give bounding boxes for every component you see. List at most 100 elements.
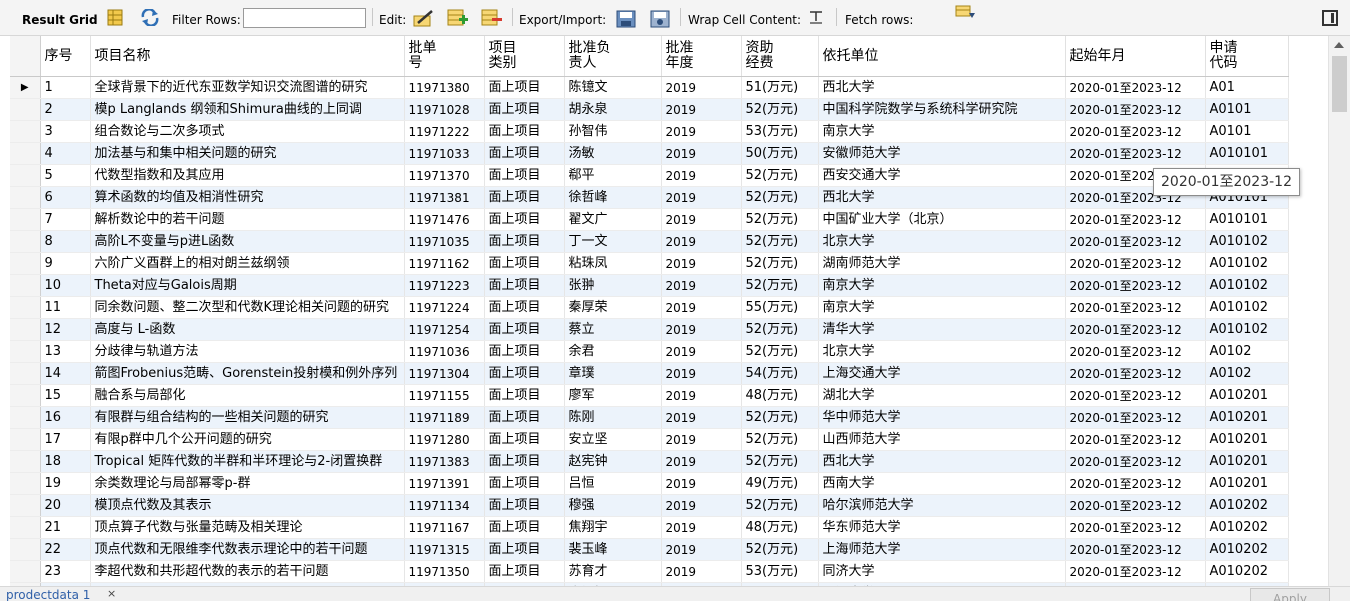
fetch-rows-icon[interactable]: [955, 5, 977, 25]
table-cell-institution[interactable]: 北京大学: [818, 230, 1066, 253]
table-cell-project-name[interactable]: Theta对应与Galois周期: [90, 274, 405, 297]
wrap-text-icon[interactable]: [808, 9, 824, 29]
table-cell-principal[interactable]: 郗平: [564, 164, 662, 187]
table-cell-principal[interactable]: 汤敏: [564, 142, 662, 165]
table-cell-grant-number[interactable]: 11971162: [404, 252, 485, 275]
row-header[interactable]: [10, 186, 41, 209]
column-header-index[interactable]: 序号: [40, 36, 91, 77]
row-header[interactable]: [10, 230, 41, 253]
column-header-start-end[interactable]: 起始年月: [1065, 36, 1206, 77]
table-cell-grant-number[interactable]: 11971224: [404, 296, 485, 319]
table-cell-project-type[interactable]: 面上项目: [484, 274, 565, 297]
table-cell-funding[interactable]: 52(万元): [741, 98, 819, 121]
table-row[interactable]: 19 余类数理论与局部幂零p-群 11971391 面上项目 吕恒 2019 49(万元) 西…: [10, 472, 1289, 495]
table-cell-code[interactable]: A010202: [1205, 494, 1289, 517]
table-cell-code[interactable]: A010102: [1205, 296, 1289, 319]
table-cell-funding[interactable]: 49(万元): [741, 472, 819, 495]
table-cell-institution[interactable]: 北京大学: [818, 340, 1066, 363]
table-cell-project-type[interactable]: 面上项目: [484, 472, 565, 495]
table-cell-project-name[interactable]: 加法基与和集中相关问题的研究: [90, 142, 405, 165]
table-cell-index[interactable]: 2: [40, 98, 91, 121]
table-cell-code[interactable]: A010201: [1205, 428, 1289, 451]
table-cell-funding[interactable]: 51(万元): [741, 76, 819, 99]
table-cell-funding[interactable]: 53(万元): [741, 560, 819, 583]
table-cell-project-name[interactable]: 李超代数和共形超代数的表示的若干问题: [90, 560, 405, 583]
table-cell-project-type[interactable]: 面上项目: [484, 362, 565, 385]
row-header[interactable]: [10, 318, 41, 341]
table-cell-principal[interactable]: 苏育才: [564, 560, 662, 583]
row-header[interactable]: [10, 384, 41, 407]
table-cell-project-name[interactable]: 高阶L不变量与p进L函数: [90, 230, 405, 253]
table-cell-start-end[interactable]: 2020-01至2023-12: [1065, 76, 1206, 99]
row-header[interactable]: [10, 406, 41, 429]
table-cell-year[interactable]: 2019: [661, 186, 742, 209]
table-cell-institution[interactable]: 南京大学: [818, 274, 1066, 297]
table-cell-funding[interactable]: 48(万元): [741, 516, 819, 539]
table-cell-index[interactable]: 10: [40, 274, 91, 297]
vertical-scrollbar[interactable]: [1328, 36, 1350, 586]
table-cell-code[interactable]: A010102: [1205, 318, 1289, 341]
table-cell-index[interactable]: 17: [40, 428, 91, 451]
table-cell-code[interactable]: A0101: [1205, 98, 1289, 121]
table-cell-year[interactable]: 2019: [661, 560, 742, 583]
table-cell-project-type[interactable]: 面上项目: [484, 142, 565, 165]
table-cell-start-end[interactable]: 2020-01至2023-12: [1065, 142, 1206, 165]
table-cell-grant-number[interactable]: 11971304: [404, 362, 485, 385]
table-cell-project-name[interactable]: 模p Langlands 纲领和Shimura曲线的上同调: [90, 98, 405, 121]
table-cell-code[interactable]: A010201: [1205, 384, 1289, 407]
table-cell-year[interactable]: 2019: [661, 428, 742, 451]
table-cell-institution[interactable]: 西安交通大学: [818, 164, 1066, 187]
table-cell-principal[interactable]: 吕恒: [564, 472, 662, 495]
table-cell-index[interactable]: 23: [40, 560, 91, 583]
table-cell-start-end[interactable]: 2020-01至2023-12: [1065, 340, 1206, 363]
table-cell-project-name[interactable]: 解析数论中的若干问题: [90, 208, 405, 231]
column-header-year[interactable]: 批准 年度: [661, 36, 742, 77]
table-cell-principal[interactable]: 裴玉峰: [564, 538, 662, 561]
column-header-project-type[interactable]: 项目 类别: [484, 36, 565, 77]
result-grid-tab[interactable]: Result Grid: [22, 12, 98, 28]
table-cell-year[interactable]: 2019: [661, 384, 742, 407]
table-cell-grant-number[interactable]: 11971028: [404, 98, 485, 121]
table-cell-grant-number[interactable]: 11971155: [404, 384, 485, 407]
grid-view-icon[interactable]: [107, 9, 123, 30]
table-row[interactable]: 3 组合数论与二次多项式 11971222 面上项目 孙智伟 2019 53(万元) 南京大学…: [10, 120, 1289, 143]
column-header-funding[interactable]: 资助 经费: [741, 36, 819, 77]
table-cell-year[interactable]: 2019: [661, 142, 742, 165]
row-header[interactable]: [10, 296, 41, 319]
table-cell-grant-number[interactable]: 11971370: [404, 164, 485, 187]
table-cell-project-name[interactable]: 顶点算子代数与张量范畴及相关理论: [90, 516, 405, 539]
table-cell-start-end[interactable]: 2020-01至2023-12: [1065, 450, 1206, 473]
table-cell-institution[interactable]: 西南大学: [818, 472, 1066, 495]
table-row[interactable]: 17 有限p群中几个公开问题的研究 11971280 面上项目 安立坚 2019 52(万元…: [10, 428, 1289, 451]
table-cell-institution[interactable]: 西北大学: [818, 186, 1066, 209]
table-cell-principal[interactable]: 丁一文: [564, 230, 662, 253]
table-cell-grant-number[interactable]: 11971315: [404, 538, 485, 561]
table-cell-project-type[interactable]: 面上项目: [484, 296, 565, 319]
table-cell-year[interactable]: 2019: [661, 362, 742, 385]
table-cell-code[interactable]: A010101: [1205, 142, 1289, 165]
table-cell-institution[interactable]: 山西师范大学: [818, 428, 1066, 451]
table-cell-project-name[interactable]: 同余数问题、整二次型和代数K理论相关问题的研究: [90, 296, 405, 319]
row-header[interactable]: [10, 450, 41, 473]
row-header[interactable]: [10, 362, 41, 385]
table-cell-year[interactable]: 2019: [661, 208, 742, 231]
table-cell-funding[interactable]: 50(万元): [741, 142, 819, 165]
table-cell-project-type[interactable]: 面上项目: [484, 560, 565, 583]
table-cell-institution[interactable]: 西北大学: [818, 450, 1066, 473]
table-cell-code[interactable]: A010202: [1205, 538, 1289, 561]
side-panel-toggle-icon[interactable]: [1322, 10, 1338, 26]
row-header[interactable]: [10, 142, 41, 165]
table-cell-index[interactable]: 1: [40, 76, 91, 99]
table-row[interactable]: ▶ 1 全球背景下的近代东亚数学知识交流图谱的研究 11971380 面上项目 陈镱文 20…: [10, 76, 1289, 99]
table-cell-grant-number[interactable]: 11971035: [404, 230, 485, 253]
table-cell-start-end[interactable]: 2020-01至2023-12: [1065, 362, 1206, 385]
table-cell-project-type[interactable]: 面上项目: [484, 384, 565, 407]
table-row[interactable]: 2 模p Langlands 纲领和Shimura曲线的上同调 11971028 面上…: [10, 98, 1289, 121]
table-cell-funding[interactable]: 52(万元): [741, 164, 819, 187]
table-cell-year[interactable]: 2019: [661, 516, 742, 539]
table-cell-principal[interactable]: 安立坚: [564, 428, 662, 451]
table-cell-funding[interactable]: 48(万元): [741, 384, 819, 407]
table-cell-institution[interactable]: 哈尔滨师范大学: [818, 494, 1066, 517]
table-cell-year[interactable]: 2019: [661, 252, 742, 275]
table-cell-start-end[interactable]: 2020-01至2023-12: [1065, 406, 1206, 429]
